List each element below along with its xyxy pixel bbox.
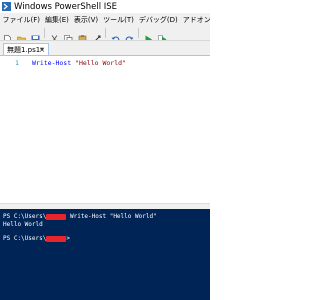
run-script-icon[interactable] [144, 29, 153, 40]
code-line: Write-Host "Hello World" [32, 59, 126, 67]
console-output: Hello World [3, 221, 43, 228]
console-line-prompt: PS C:\Users\ > [3, 235, 70, 242]
redo-icon[interactable] [125, 29, 134, 40]
paste-icon[interactable] [78, 29, 87, 40]
menu-view[interactable]: 表示(V) [71, 15, 100, 25]
tab-untitled1[interactable]: 無題1.ps1* × [3, 43, 49, 55]
toolbar [0, 26, 210, 41]
console-pane[interactable]: PS C:\Users\ Write-Host "Hello World" He… [0, 209, 210, 300]
code-command: Write-Host [32, 59, 72, 67]
copy-icon[interactable] [63, 29, 73, 40]
code-string: "Hello World" [75, 59, 126, 67]
menu-addons[interactable]: アドオン(A) [180, 15, 210, 25]
redacted-username [46, 213, 67, 220]
title-bar: Windows PowerShell ISE [0, 0, 210, 13]
menu-edit[interactable]: 編集(E) [43, 15, 72, 25]
console-prompt: PS C:\Users\ [3, 235, 47, 242]
window-title: Windows PowerShell ISE [14, 1, 118, 12]
menu-file[interactable]: ファイル(F) [0, 15, 43, 25]
tab-strip: 無題1.ps1* × [0, 41, 210, 55]
menu-bar: ファイル(F) 編集(E) 表示(V) ツール(T) デバッグ(D) アドオン(… [0, 13, 210, 26]
console-line-command: PS C:\Users\ Write-Host "Hello World" [3, 213, 157, 220]
menu-tools[interactable]: ツール(T) [101, 15, 137, 25]
open-folder-icon[interactable] [16, 29, 26, 40]
script-editor[interactable]: 1 Write-Host "Hello World" [0, 55, 210, 204]
menu-debug[interactable]: デバッグ(D) [136, 15, 180, 25]
new-file-icon[interactable] [3, 29, 12, 40]
cut-icon[interactable] [50, 29, 59, 40]
console-prompt: PS C:\Users\ [3, 213, 47, 220]
save-icon[interactable] [31, 29, 40, 40]
line-number: 1 [15, 59, 19, 67]
console-prompt-end: > [66, 235, 70, 242]
console-command: Write-Host "Hello World" [66, 213, 157, 220]
run-selection-icon[interactable] [157, 29, 167, 40]
toolbar-separator [44, 28, 45, 38]
clear-console-icon[interactable] [92, 29, 101, 40]
undo-icon[interactable] [111, 29, 120, 40]
redacted-username [46, 235, 67, 242]
toolbar-separator [105, 28, 106, 38]
powershell-app-icon [2, 2, 11, 11]
toolbar-separator [138, 28, 139, 38]
